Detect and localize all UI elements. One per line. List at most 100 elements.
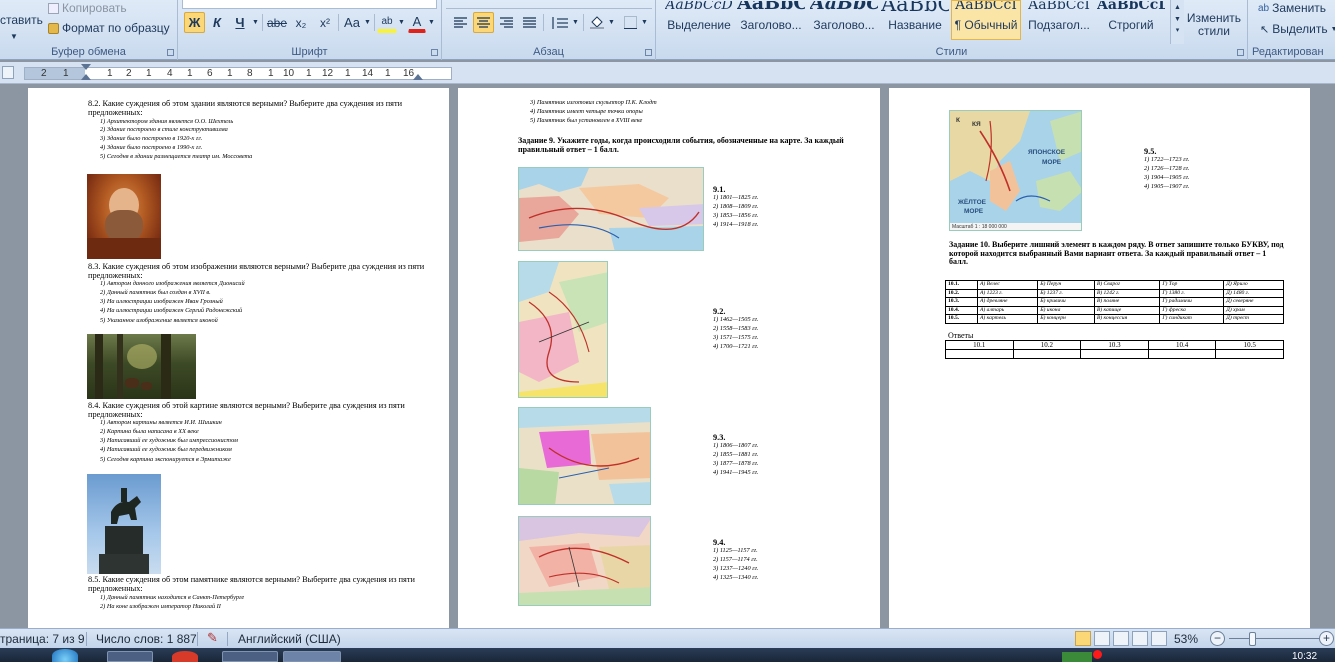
font-color-button[interactable]: A xyxy=(408,12,426,33)
option-item: 2) 1808—1809 гг. xyxy=(713,203,759,210)
zoom-slider[interactable] xyxy=(1229,638,1323,639)
answer-cell[interactable] xyxy=(1147,349,1217,359)
highlight-dropdown-icon[interactable]: ▼ xyxy=(397,12,406,33)
strikethrough-button[interactable]: abe xyxy=(266,12,288,33)
font-color-dropdown-icon[interactable]: ▼ xyxy=(427,12,436,33)
format-painter-button[interactable]: Формат по образцу xyxy=(48,21,170,35)
language-status[interactable]: Английский (США) xyxy=(238,632,341,646)
change-styles-button[interactable]: Изменить стили xyxy=(1186,12,1242,38)
option-item: 4) 1325—1340 гг. xyxy=(713,574,759,581)
opera-icon[interactable] xyxy=(172,651,198,662)
answer-cell[interactable] xyxy=(1215,349,1284,359)
taskbar-button[interactable] xyxy=(222,651,278,662)
page-count-status[interactable]: траница: 7 из 9 xyxy=(0,632,85,646)
answer-cell[interactable] xyxy=(945,349,1014,359)
copy-button[interactable]: Копировать xyxy=(48,1,127,15)
table-cell: Б) 1237 г. xyxy=(1037,288,1095,298)
font-name-box[interactable] xyxy=(182,0,437,9)
paste-dropdown-icon[interactable]: ▼ xyxy=(10,32,18,41)
document-page-1[interactable]: 8.2. Какие суждения об этом здании являю… xyxy=(28,88,449,628)
font-group-label: Шрифт xyxy=(291,46,328,58)
option-item: 1) 1462—1505 гг. xyxy=(713,316,759,323)
taskbar-button-word[interactable] xyxy=(283,651,341,662)
borders-dropdown-icon[interactable]: ▼ xyxy=(640,12,649,33)
right-indent-marker[interactable] xyxy=(413,74,423,80)
question-8-3: 8.3. Какие суждения об этом изображении … xyxy=(88,262,425,281)
table-cell: А) картель xyxy=(976,314,1039,324)
zoom-out-button[interactable]: − xyxy=(1210,631,1225,646)
font-launcher-icon[interactable] xyxy=(431,49,438,56)
taskbar-clock[interactable]: 10:32 xyxy=(1292,651,1317,662)
superscript-button[interactable]: x² xyxy=(314,12,336,33)
underline-button[interactable]: Ч xyxy=(230,12,250,33)
windows-taskbar: 10:32 xyxy=(0,648,1335,662)
gallery-more-icon[interactable]: ▾ xyxy=(1171,26,1184,34)
bold-button[interactable]: Ж xyxy=(184,12,205,33)
tray-icon[interactable] xyxy=(1062,652,1092,662)
horizontal-ruler[interactable]: 2 1 1 2 1 4 1 6 1 8 1 10 1 12 1 14 1 16 xyxy=(0,62,1335,84)
line-spacing-button[interactable] xyxy=(547,12,571,33)
zoom-slider-thumb[interactable] xyxy=(1249,632,1256,646)
notification-icon[interactable] xyxy=(1093,650,1102,659)
document-page-3[interactable]: ЯПОНСКОЕ МОРЕ ЖЁЛТОЕ МОРЕ К КЯ Масштаб 1… xyxy=(889,88,1310,628)
style-heading1[interactable]: AaBbC Заголово... xyxy=(736,0,806,40)
zoom-in-button[interactable]: + xyxy=(1319,631,1334,646)
style-heading2[interactable]: AaBbC Заголово... xyxy=(809,0,879,40)
document-page-2[interactable]: 3) Памятник изготовил скульптор П.К. Кло… xyxy=(458,88,880,628)
line-spacing-dropdown-icon[interactable]: ▼ xyxy=(571,12,580,33)
taskbar-button[interactable] xyxy=(107,651,153,662)
chevron-up-icon[interactable]: ▲ xyxy=(1171,4,1184,11)
align-left-button[interactable] xyxy=(450,12,471,33)
subscript-button[interactable]: x₂ xyxy=(290,12,312,33)
print-layout-view-button[interactable] xyxy=(1075,631,1091,646)
align-center-button[interactable] xyxy=(473,12,494,33)
zoom-level[interactable]: 53% xyxy=(1174,632,1198,646)
table-row: 10.1 10.2 10.3 10.4 10.5 xyxy=(945,340,1284,350)
word-count-status[interactable]: Число слов: 1 887 xyxy=(96,632,197,646)
clipboard-launcher-icon[interactable] xyxy=(167,49,174,56)
highlight-button[interactable]: ab xyxy=(377,12,397,33)
brush-icon xyxy=(48,22,59,34)
change-case-dropdown-icon[interactable]: ▼ xyxy=(363,12,372,33)
ruler-number: 1 xyxy=(345,68,351,79)
shading-dropdown-icon[interactable]: ▼ xyxy=(607,12,616,33)
clipboard-group-label: Буфер обмена xyxy=(51,46,126,58)
justify-button[interactable] xyxy=(519,12,540,33)
bear-shape xyxy=(141,382,152,390)
table-row: 10.3. А) древляне Б) кривичи В) поляне Г… xyxy=(945,297,1284,307)
outline-view-button[interactable] xyxy=(1132,631,1148,646)
change-case-button[interactable]: Aa xyxy=(341,12,363,33)
draft-view-button[interactable] xyxy=(1151,631,1167,646)
ruler-left-margin xyxy=(25,68,85,79)
first-line-indent-marker[interactable] xyxy=(81,64,91,70)
paragraph-launcher-icon[interactable] xyxy=(645,49,652,56)
replace-button[interactable]: ab Заменить xyxy=(1258,1,1326,15)
tab-selector-icon[interactable] xyxy=(2,66,14,79)
web-layout-view-button[interactable] xyxy=(1113,631,1129,646)
ie-icon[interactable] xyxy=(52,649,78,662)
ruler-number: 1 xyxy=(268,68,274,79)
style-strong[interactable]: AaBbCcD Строгий xyxy=(1096,0,1166,40)
style-emphasis[interactable]: AaBbCcD Выделение xyxy=(664,0,734,40)
styles-launcher-icon[interactable] xyxy=(1237,49,1244,56)
align-right-button[interactable] xyxy=(496,12,517,33)
italic-button[interactable]: К xyxy=(207,12,227,33)
full-screen-view-button[interactable] xyxy=(1094,631,1110,646)
paste-button[interactable]: ставить xyxy=(0,13,43,27)
answer-cell[interactable] xyxy=(1012,349,1082,359)
underline-dropdown-icon[interactable]: ▼ xyxy=(251,12,260,33)
chevron-down-icon[interactable]: ▼ xyxy=(1171,16,1184,23)
spellcheck-icon[interactable]: ✎ xyxy=(207,630,218,646)
select-button[interactable]: ↖ Выделить ▼ xyxy=(1260,22,1335,36)
borders-button[interactable] xyxy=(620,12,640,33)
styles-gallery-scroll[interactable]: ▲ ▼ ▾ xyxy=(1170,0,1184,44)
table-cell: Б) Перун xyxy=(1037,280,1095,290)
style-normal[interactable]: AaBbCcI ¶ Обычный xyxy=(951,0,1021,40)
shading-button[interactable] xyxy=(587,12,607,33)
hanging-indent-marker[interactable] xyxy=(81,74,91,80)
answer-cell[interactable] xyxy=(1080,349,1149,359)
table-cell: Г) радимичи xyxy=(1159,297,1225,307)
option-item: 5) Памятник был установлен в XVIII веке xyxy=(530,117,643,124)
style-subtitle[interactable]: AaBbCcI Подзагол... xyxy=(1024,0,1094,40)
style-title[interactable]: AaBbC Название xyxy=(880,0,950,40)
